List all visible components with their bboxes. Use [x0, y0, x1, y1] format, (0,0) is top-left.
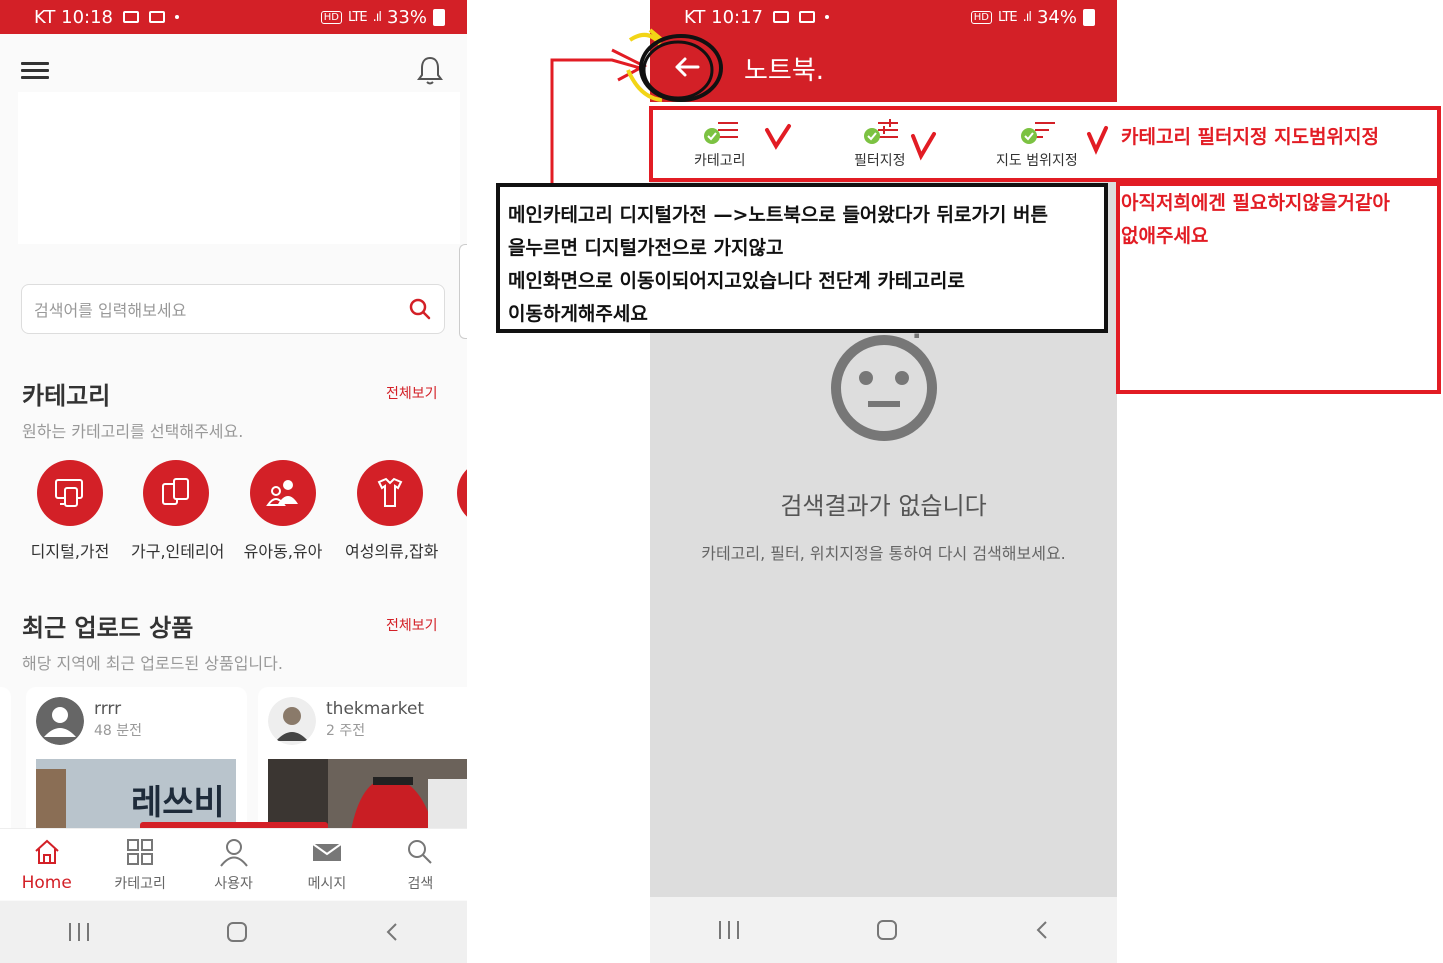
battery-percent: 34%: [1036, 6, 1077, 28]
recent-section-subtitle: 해당 지역에 최근 업로드된 상품입니다.: [22, 654, 283, 673]
remove-note-line: 없애주세요: [1121, 225, 1209, 247]
back-nav-icon[interactable]: [386, 922, 398, 942]
category-item-furniture[interactable]: 가구,인테리어: [131, 460, 225, 562]
category-icon: [457, 460, 467, 526]
category-item-kids[interactable]: 유아동,유아: [238, 460, 328, 562]
category-item-women[interactable]: 여성의류,잡화: [345, 460, 439, 562]
signal-icon: .ıl: [1022, 9, 1032, 25]
category-see-all-link[interactable]: 전체보기: [386, 383, 438, 403]
category-label: 여성의류,잡화: [345, 542, 439, 561]
nav-user-label: 사용자: [214, 875, 253, 892]
confused-face-icon: ?: [831, 316, 937, 441]
nav-search-label: 검색: [407, 875, 434, 892]
network-type: LTE: [998, 9, 1018, 25]
category-label: 디지털,가전: [30, 542, 110, 561]
family-icon: [250, 460, 316, 526]
nav-category-label: 카테고리: [114, 875, 166, 892]
search-icon: [408, 839, 433, 864]
home-button-icon[interactable]: [227, 922, 248, 942]
nav-search[interactable]: 검색: [374, 829, 467, 900]
battery-percent: 33%: [386, 6, 427, 28]
hd-icon: HD: [970, 10, 993, 24]
status-bar: KT 10:18 HD LTE .ıl 33%: [0, 0, 467, 34]
youtube-icon: [149, 11, 165, 23]
category-label: 가구,인테리어: [131, 542, 225, 561]
seller-name: thekmarket: [326, 699, 425, 719]
category-item-digital[interactable]: 디지털,가전: [25, 460, 115, 562]
carrier-time: KT 10:17: [684, 6, 763, 28]
nav-message-label: 메시지: [307, 875, 347, 892]
category-item-men[interactable]: 남성: [445, 460, 467, 562]
back-button-note: 메인카테고리 디지털가전 —>노트북으로 들어왔다가 뒤로가기 버튼 을누르면 …: [496, 183, 1108, 333]
home-button-icon[interactable]: [877, 920, 898, 940]
network-type: LTE: [348, 9, 368, 25]
search-placeholder: 검색어를 입력해보세요: [34, 301, 187, 320]
system-nav-bar: [650, 897, 1117, 963]
connector-arrow: [611, 48, 648, 82]
product-card[interactable]: [0, 687, 11, 847]
back-arrow-icon[interactable]: [672, 52, 702, 82]
hd-icon: HD: [320, 10, 343, 24]
battery-icon: [1083, 8, 1095, 26]
devices-icon: [37, 460, 103, 526]
app-bar: [0, 34, 467, 90]
nav-home-label: Home: [21, 872, 72, 893]
home-screen: KT 10:18 HD LTE .ıl 33% 검색어를 입력해보세요 카테고리…: [0, 0, 467, 963]
recent-section-title: 최근 업로드 상품: [22, 614, 194, 642]
carrier-time: KT 10:18: [34, 6, 113, 28]
category-section-subtitle: 원하는 카테고리를 선택해주세요.: [22, 422, 244, 441]
avatar-icon: [36, 697, 84, 745]
remove-note-line: 아직저희에겐 필요하지않을거같아: [1121, 192, 1390, 214]
signal-icon: .ıl: [372, 9, 382, 25]
notification-dot-icon: [175, 15, 179, 19]
recents-icon[interactable]: [719, 921, 740, 939]
empty-state-title: 검색결과가 없습니다: [780, 492, 987, 520]
user-icon: [219, 838, 248, 867]
search-icon[interactable]: [408, 297, 432, 321]
note-line: 을누르면 디지털가전으로 가지않고: [508, 237, 784, 259]
banner-next-card[interactable]: [459, 244, 467, 339]
empty-state-subtitle: 카테고리, 필터, 위치지정을 통하여 다시 검색해보세요.: [701, 544, 1066, 563]
svg-text:레쓰비: 레쓰비: [131, 783, 225, 823]
clothing-icon: [357, 460, 423, 526]
category-label: 유아동,유아: [243, 542, 323, 561]
note-line: 메인화면으로 이동이되어지고있습니다 전단계 카테고리로: [508, 270, 965, 292]
note-line: 메인카테고리 디지털가전 —>노트북으로 들어왔다가 뒤로가기 버튼: [508, 204, 1048, 226]
recents-icon[interactable]: [69, 923, 90, 941]
gallery-icon: [123, 11, 139, 23]
upload-time: 2 주전: [326, 723, 366, 739]
mail-icon: [312, 842, 342, 861]
status-bar: KT 10:17 HD LTE .ıl 34%: [650, 0, 1117, 34]
nav-home[interactable]: Home: [0, 829, 93, 900]
avatar-photo: [268, 697, 316, 745]
search-input[interactable]: 검색어를 입력해보세요: [21, 284, 445, 334]
notification-dot-icon: [825, 15, 829, 19]
category-section-title: 카테고리: [22, 382, 111, 410]
system-nav-bar: [0, 901, 467, 963]
upload-time: 48 분전: [94, 723, 143, 739]
recent-see-all-link[interactable]: 전체보기: [386, 615, 438, 635]
menu-icon[interactable]: [21, 62, 49, 80]
home-icon: [35, 839, 59, 864]
furniture-icon: [143, 460, 209, 526]
gallery-icon: [799, 11, 815, 23]
page-title: 노트북.: [744, 56, 825, 86]
nav-message[interactable]: 메시지: [280, 829, 373, 900]
category-label: 남성: [445, 538, 467, 562]
bell-icon[interactable]: [415, 55, 445, 87]
grid-icon: [127, 838, 154, 865]
seller-name: rrrr: [94, 699, 122, 719]
battery-icon: [433, 8, 445, 26]
nav-category[interactable]: 카테고리: [93, 829, 186, 900]
banner-area[interactable]: [18, 92, 460, 244]
app-bar: [650, 34, 1117, 102]
youtube-icon: [773, 11, 789, 23]
nav-user[interactable]: 사용자: [187, 829, 280, 900]
back-nav-icon[interactable]: [1036, 920, 1048, 940]
note-line: 이동하게해주세요: [508, 303, 648, 325]
connector-line: [550, 58, 641, 183]
filter-note: 카테고리 필터지정 지도범위지정: [1121, 126, 1379, 148]
bottom-navigation: Home 카테고리 사용자 메시지 검색: [0, 828, 467, 900]
